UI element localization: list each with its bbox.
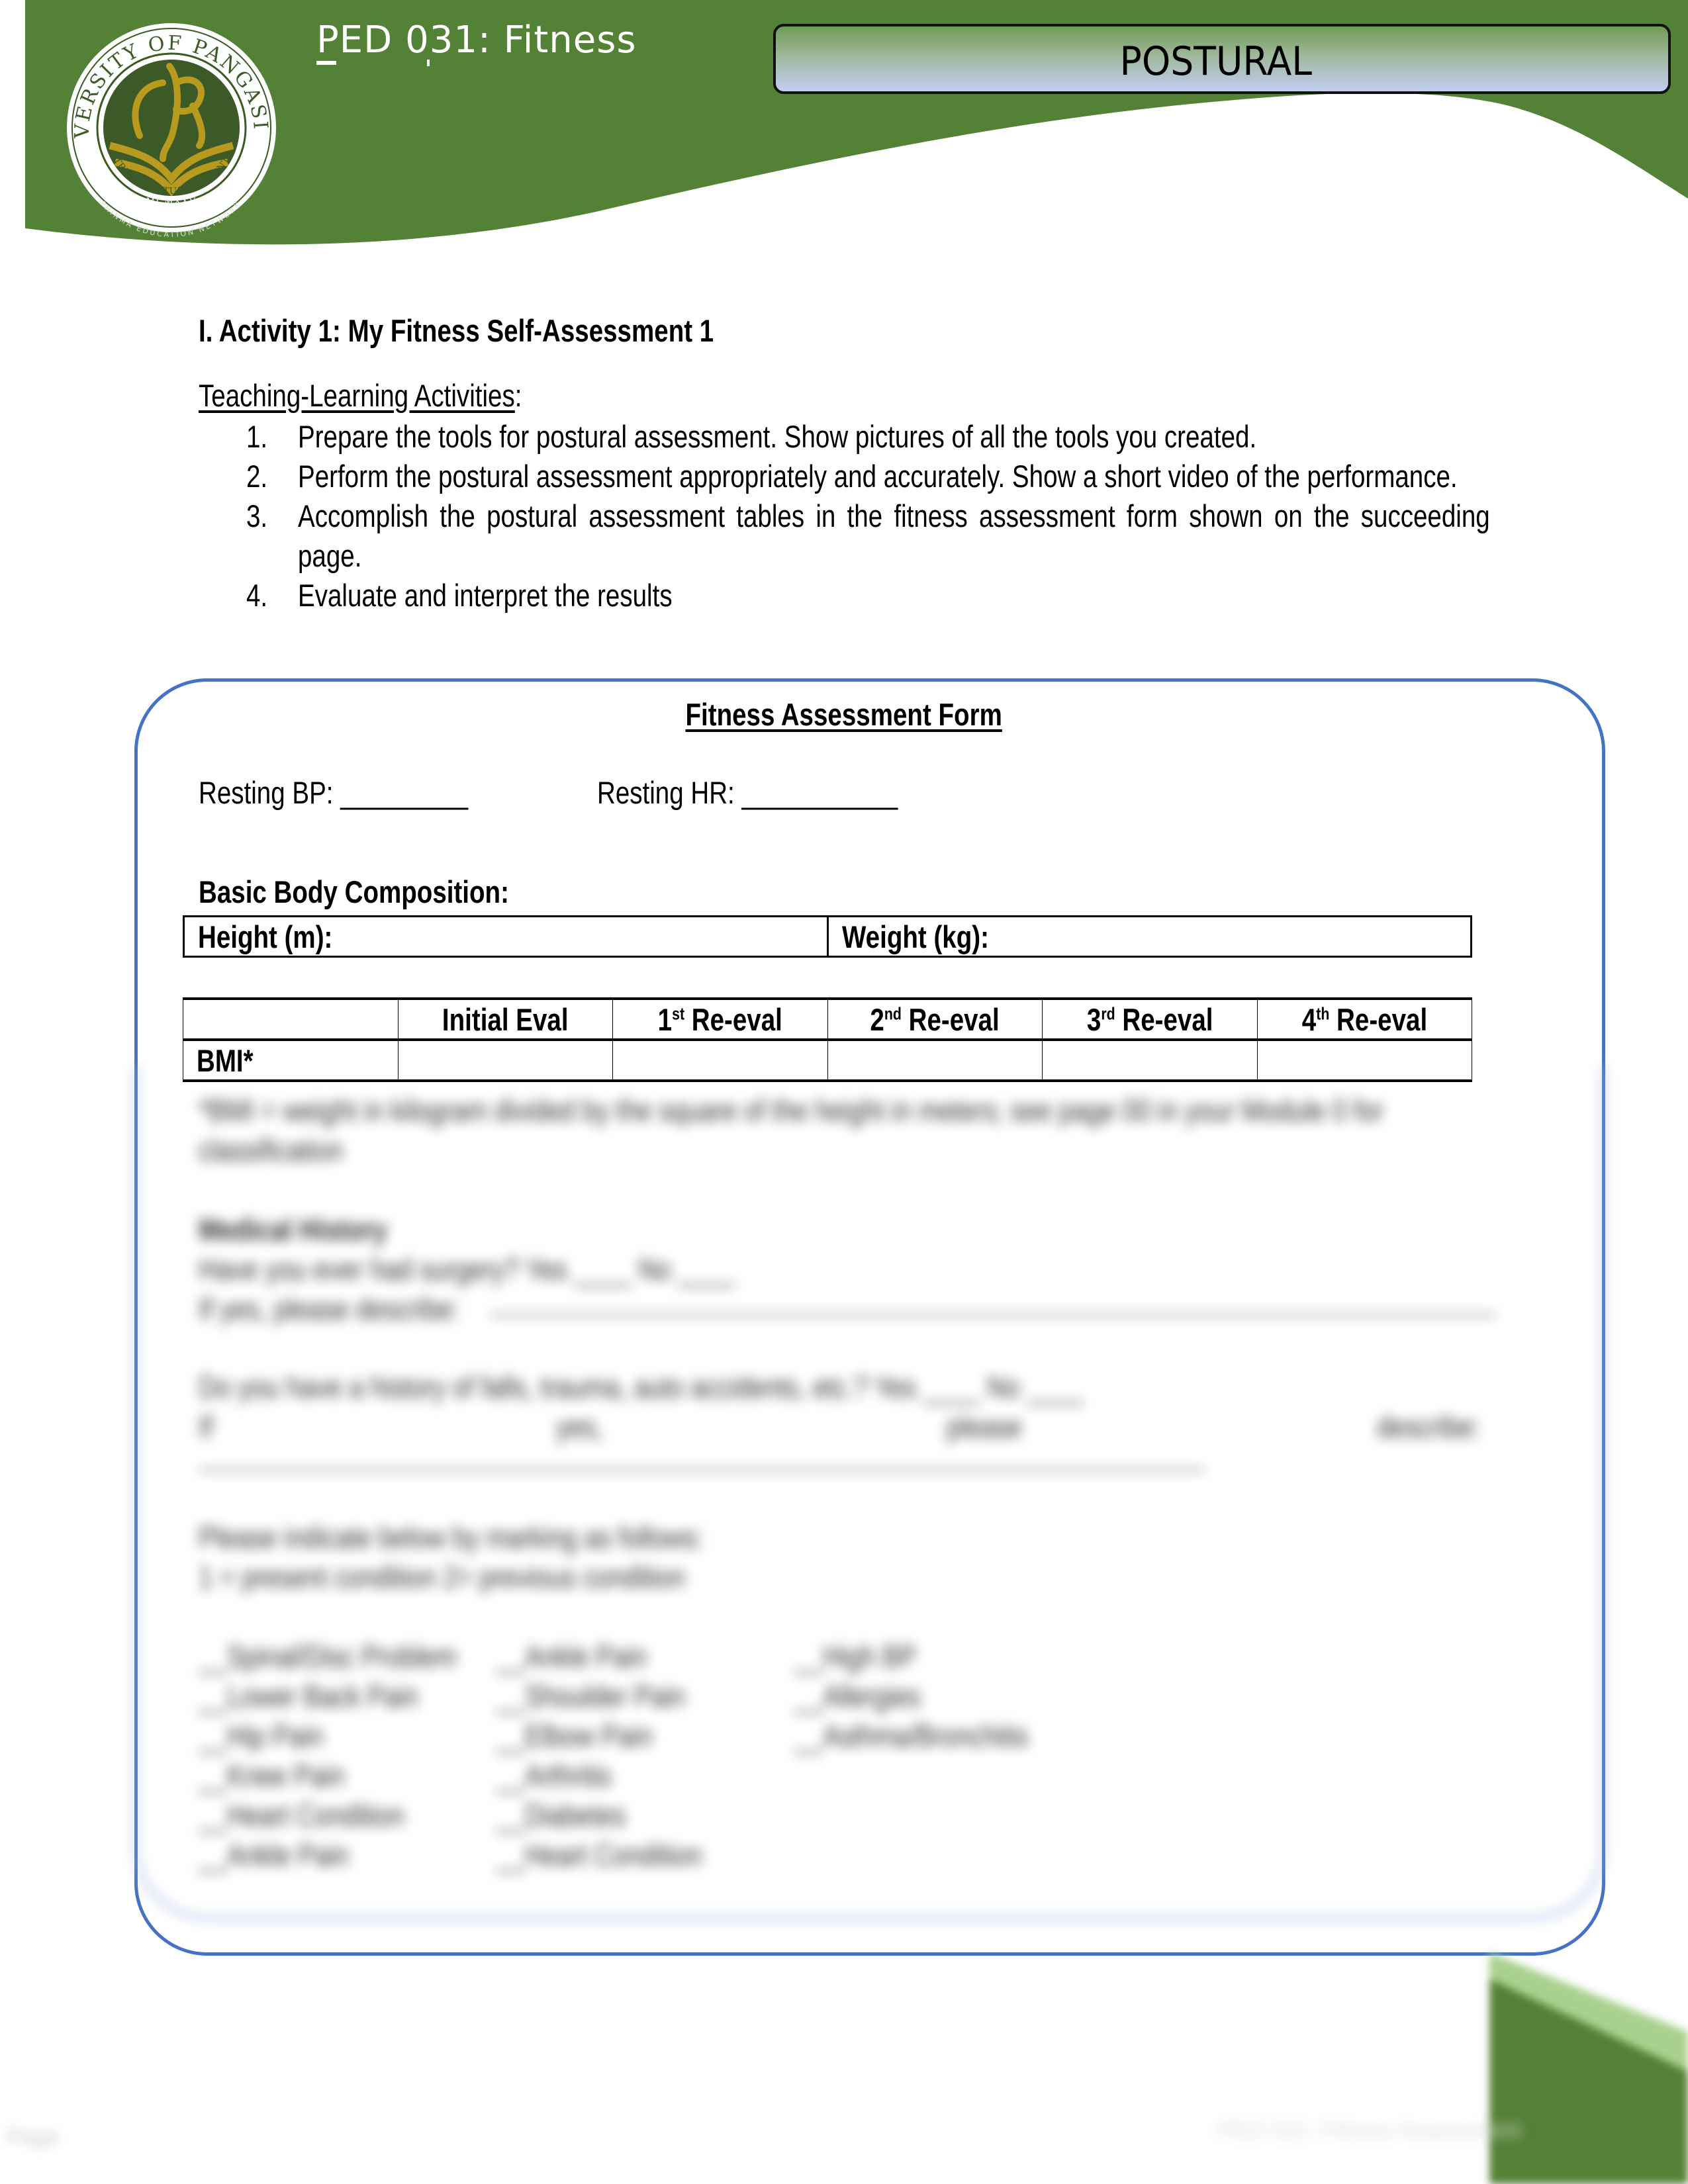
conditions-column-3: __High BP __Allergies __Asthma/Bronchitis (794, 1638, 1080, 1757)
condition-checkbox-item[interactable]: __Heart Condition (199, 1797, 513, 1837)
bmi-header-cell: 3rd Re-eval (1042, 998, 1258, 1040)
body-composition-heading: Basic Body Composition: (199, 874, 577, 910)
step-number: 1. (246, 419, 268, 454)
resting-hr-label: Resting HR: ___________ (597, 775, 898, 810)
height-weight-table: Height (m): Weight (kg): (183, 915, 1472, 958)
step-text: Perform the postural assessment appropri… (298, 459, 1458, 494)
condition-checkbox-item[interactable]: __Ankle Pain (199, 1837, 513, 1876)
topic-label: POSTURAL (1119, 38, 1313, 85)
bmi-header-blank (183, 998, 399, 1040)
activity-step: 1. Prepare the tools for postural assessm… (199, 417, 1489, 457)
condition-checkbox-item[interactable]: __Knee Pain (199, 1757, 513, 1797)
condition-checkbox-item[interactable]: __Arthritis (496, 1757, 747, 1797)
condition-checkbox-item[interactable]: __High BP (794, 1638, 1080, 1678)
course-title-overflow-mark (427, 60, 430, 66)
step-text: Prepare the tools for postural assessmen… (298, 419, 1257, 454)
body-composition-heading-text: Basic Body Composition: (199, 874, 509, 909)
teaching-learning-label: Teaching-Learning Activities: (199, 377, 593, 414)
weight-label: Weight (kg): (841, 919, 989, 954)
condition-checkbox-item[interactable]: __Asthma/Bronchitis (794, 1717, 1080, 1757)
height-cell[interactable]: Height (m): (183, 915, 828, 958)
footer-page-number: Page (7, 2124, 60, 2150)
falls-describe-4: describe: (1377, 1409, 1481, 1444)
surgery-answer-line (490, 1314, 1496, 1316)
course-title-overflow-mark (316, 61, 336, 65)
bmi-header-cell: 4th Re-eval (1256, 998, 1472, 1040)
condition-checkbox-item[interactable]: __Spinal/Disc Problem (199, 1638, 513, 1678)
activity-steps-list: 1. Prepare the tools for postural assessm… (199, 417, 1490, 615)
resting-bp-label: Resting BP: _________ (199, 775, 469, 810)
condition-checkbox-item[interactable]: __Allergies (794, 1678, 1080, 1717)
activity-step: 3. Accomplish the postural assessment tab… (199, 496, 1490, 576)
blurred-preview-region: *BMI = weight in kilogram divided by the… (119, 1066, 1615, 1972)
tla-colon: : (514, 378, 522, 413)
condition-checkbox-item[interactable]: __Diabetes (496, 1797, 747, 1837)
falls-describe-2: yes, (556, 1409, 603, 1444)
conditions-column-1: __Spinal/Disc Problem __Lower Back Pain __… (199, 1638, 513, 1876)
activity-heading-text: I. Activity 1: My Fitness Self-Assessmen… (199, 313, 714, 348)
step-text: Accomplish the postural assessment table… (298, 498, 1490, 573)
topic-banner: POSTURAL (773, 24, 1671, 94)
step-text: Evaluate and interpret the results (298, 578, 673, 613)
bmi-header-cell: Initial Eval (397, 998, 613, 1040)
tla-label-text: Teaching-Learning Activities (199, 378, 515, 413)
step-number: 4. (246, 578, 268, 613)
condition-checkbox-item[interactable]: __Heart Condition (496, 1837, 747, 1876)
step-number: 3. (246, 498, 268, 533)
condition-checkbox-item[interactable]: __Shoulder Pain (496, 1678, 747, 1717)
university-logo: UNIVERSITY OF PANGASINAN MCMXXV PATRIA ♦… (64, 20, 276, 239)
footer-green-corner (1489, 1952, 1688, 2184)
condition-checkbox-item[interactable]: __Lower Back Pain (199, 1678, 513, 1717)
indicate-legend: 1 = present condition 2= previous condit… (199, 1559, 685, 1594)
step-number: 2. (246, 459, 268, 494)
bmi-footnote-2: classification (199, 1132, 344, 1167)
footer-course-text: PED 031: Fitness Assessment (1218, 2118, 1521, 2143)
surgery-describe: If yes, please describe: (199, 1291, 460, 1326)
falls-describe-3: please (947, 1409, 1022, 1444)
course-title: PED 031: Fitness (316, 19, 637, 62)
activity-heading: I. Activity 1: My Fitness Self-Assessmen… (199, 312, 827, 349)
condition-checkbox-item[interactable]: __Ankle Pain (496, 1638, 747, 1678)
form-title: Fitness Assessment Form (0, 696, 1688, 733)
form-title-text: Fitness Assessment Form (685, 697, 1003, 732)
activity-step: 2. Perform the postural assessment approp… (199, 457, 1489, 496)
activity-step: 4. Evaluate and interpret the results (199, 576, 1489, 615)
table-row: Height (m): Weight (kg): (183, 915, 1472, 958)
bmi-header-cell: 2nd Re-eval (827, 998, 1043, 1040)
bmi-header-row: Initial Eval 1st Re-eval 2nd Re-eval 3rd Re… (183, 998, 1472, 1040)
falls-describe-1: If (199, 1409, 213, 1444)
bmi-header-cell: 1st Re-eval (612, 998, 828, 1040)
resting-bp-field[interactable]: Resting BP: _________ (199, 774, 527, 811)
medical-history-heading: Medical History (199, 1212, 387, 1247)
conditions-column-2: __Ankle Pain __Shoulder Pain __Elbow Pain _… (496, 1638, 747, 1876)
surgery-question: Have you ever had surgery? Yes ____ No _… (199, 1251, 735, 1287)
logo-year: MCMXXV (146, 197, 197, 206)
weight-cell[interactable]: Weight (kg): (826, 915, 1472, 958)
height-label: Height (m): (198, 919, 333, 954)
falls-answer-line (199, 1469, 1205, 1471)
resting-hr-field[interactable]: Resting HR: ___________ (597, 774, 964, 811)
condition-checkbox-item[interactable]: __Elbow Pain (496, 1717, 747, 1757)
condition-checkbox-item[interactable]: __Hip Pain (199, 1717, 513, 1757)
falls-question: Do you have a history of falls, trauma, … (199, 1369, 1084, 1404)
indicate-instructions: Please indicate below by marking as foll… (199, 1520, 704, 1555)
bmi-footnote: *BMI = weight in kilogram divided by the… (199, 1093, 1383, 1128)
